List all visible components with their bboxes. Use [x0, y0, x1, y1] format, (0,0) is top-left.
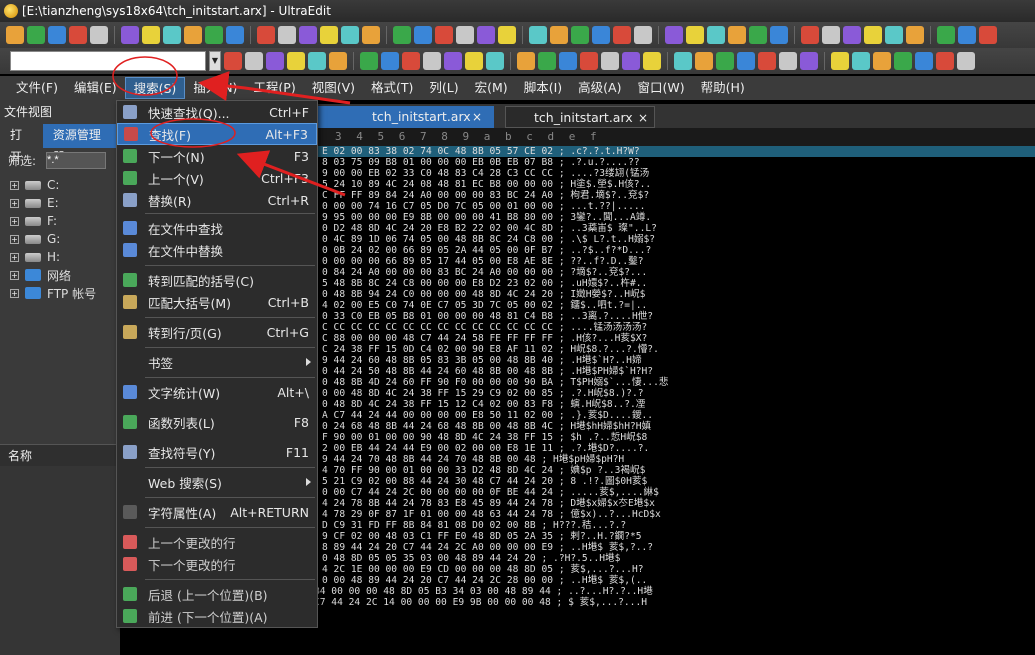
annotation-circle-search-menu — [112, 56, 178, 96]
annotation-circle-find-item — [150, 118, 236, 148]
annotation-arrow-menu — [198, 71, 351, 105]
annotation-arrow-find — [236, 150, 346, 197]
annotation-overlay — [112, 56, 351, 197]
